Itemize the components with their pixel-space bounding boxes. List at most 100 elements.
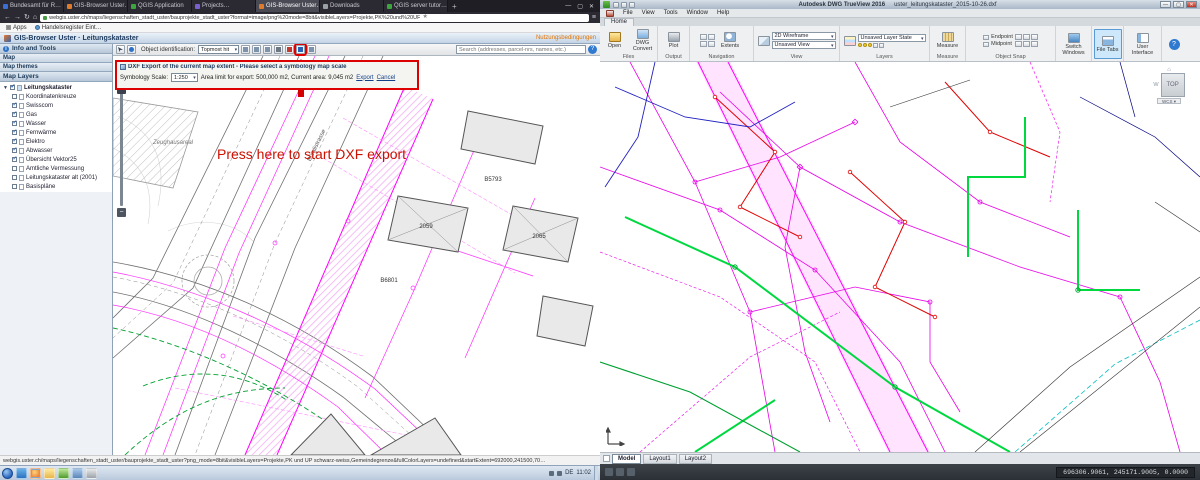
tab-model[interactable]: Model [612, 454, 641, 464]
help-icon[interactable]: ? [1169, 39, 1180, 50]
intersection-snap-icon[interactable] [1015, 41, 1022, 47]
layer-isolate-icon[interactable] [873, 43, 878, 48]
layer-checkbox[interactable] [12, 175, 17, 180]
help-icon[interactable]: ? [588, 45, 597, 54]
map-layers-header[interactable]: Map Layers [0, 72, 112, 82]
object-id-select[interactable]: Topmost hit [198, 45, 239, 54]
dxf-export-button[interactable]: Export map extent as DXF [296, 45, 305, 54]
start-button[interactable] [2, 468, 13, 479]
back-icon[interactable]: ← [4, 14, 11, 21]
taskbar-qgis-icon[interactable] [58, 468, 69, 479]
endpoint-snap-button[interactable]: Endpoint [983, 34, 1013, 40]
visual-style-select[interactable]: 2D Wireframe [772, 32, 836, 40]
pdf-export-button[interactable] [285, 45, 294, 54]
quadrant-snap-icon[interactable] [1031, 34, 1038, 40]
layer-checkbox[interactable] [12, 148, 17, 153]
scale-select[interactable]: 1:250 [171, 73, 198, 82]
keyboard-language[interactable]: DE [565, 470, 573, 476]
layer-item[interactable]: Gas [0, 110, 112, 119]
switch-windows-button[interactable]: Switch Windows [1058, 33, 1090, 56]
menu-file[interactable]: File [623, 10, 633, 16]
menu-window[interactable]: Window [687, 10, 708, 16]
browser-tab[interactable]: QGIS Application [128, 0, 192, 12]
browser-tab[interactable]: QGIS server tutor… [384, 0, 448, 12]
status-tool-icon[interactable] [605, 468, 613, 476]
layer-item[interactable]: Übersicht Vektor25 [0, 155, 112, 164]
pan-icon[interactable] [700, 34, 707, 40]
tray-icon[interactable] [549, 471, 554, 476]
taskbar-app-icon[interactable] [72, 468, 83, 479]
measure-button[interactable]: Measure [935, 32, 961, 49]
steering-wheel-icon[interactable] [708, 41, 715, 47]
menu-help[interactable]: Help [717, 10, 729, 16]
application-menu-icon[interactable] [606, 10, 614, 17]
layer-item[interactable]: Amtliche Vermessung [0, 164, 112, 173]
measure-button[interactable] [263, 45, 272, 54]
tab-layout1[interactable]: Layout1 [643, 454, 676, 464]
file-tabs-button[interactable]: File Tabs [1094, 29, 1122, 59]
orbit-icon[interactable] [700, 41, 707, 47]
layer-checkbox[interactable] [12, 112, 17, 117]
layer-item[interactable]: Fernwärme [0, 128, 112, 137]
layer-off-icon[interactable] [879, 43, 884, 48]
expander-icon[interactable]: ▼ [3, 85, 8, 91]
gis-map-canvas[interactable]: Zeughausareal Bürglistrasse B5793 B6801 … [113, 56, 600, 455]
zoom-slider-track[interactable] [120, 75, 123, 206]
browser-tab-active[interactable]: GIS-Browser Uster…✕ [256, 0, 320, 12]
close-icon[interactable]: ✕ [589, 3, 594, 10]
bookmark-star-icon[interactable]: ★ [422, 14, 427, 21]
browser-tab[interactable]: GIS-Browser Uster… [64, 0, 128, 12]
status-tool-icon[interactable] [627, 468, 635, 476]
layer-item[interactable]: Basispläne [0, 182, 112, 191]
layer-item[interactable]: Swisscom [0, 101, 112, 110]
layer-properties-icon[interactable] [844, 36, 856, 46]
user-interface-button[interactable]: User Interface [1126, 33, 1160, 56]
browser-tab[interactable]: Projects… [192, 0, 256, 12]
terms-link[interactable]: Nutzungsbedingungen [536, 35, 596, 41]
viewcube-top-face[interactable]: TOP [1161, 73, 1185, 97]
layer-item[interactable]: Elektro [0, 137, 112, 146]
zoom-window-button[interactable] [241, 45, 250, 54]
map-themes-header[interactable]: Map themes [0, 63, 112, 72]
view-select[interactable]: Unsaved View [772, 41, 836, 49]
dwg-convert-button[interactable]: DWG Convert [630, 29, 656, 52]
center-snap-icon[interactable] [1015, 34, 1022, 40]
taskbar-ie-icon[interactable] [16, 468, 27, 479]
taskbar-app-icon[interactable] [86, 468, 97, 479]
viewcube-wcs-menu[interactable]: WCS ▾ [1157, 98, 1181, 104]
forward-icon[interactable]: → [14, 14, 21, 21]
node-snap-icon[interactable] [1023, 34, 1030, 40]
menu-view[interactable]: View [642, 10, 655, 16]
identify-cursor-icon[interactable] [116, 45, 125, 54]
layer-checkbox[interactable] [12, 184, 17, 189]
minimize-icon[interactable]: — [1160, 1, 1171, 8]
export-button[interactable]: Export [356, 75, 373, 81]
layer-checkbox[interactable] [12, 94, 17, 99]
map-header[interactable]: Map [0, 54, 112, 63]
plot-button[interactable]: Plot [661, 32, 687, 49]
open-button[interactable]: Open [602, 32, 628, 49]
layer-checkbox[interactable] [12, 103, 17, 108]
layout-list-icon[interactable] [603, 455, 610, 462]
layer-state-select[interactable]: Unsaved Layer State [858, 34, 926, 42]
url-bar[interactable]: webgis.uster.ch/maps/liegenschaften_stad… [40, 14, 589, 22]
browser-tab[interactable]: Downloads [320, 0, 384, 12]
qat-button[interactable] [629, 2, 635, 8]
bookmark-apps[interactable]: Apps [6, 25, 27, 31]
layer-checkbox[interactable] [12, 121, 17, 126]
layer-item[interactable]: Abwasser [0, 146, 112, 155]
tray-icon[interactable] [557, 471, 562, 476]
redlining-button[interactable] [307, 45, 316, 54]
info-button[interactable] [127, 45, 136, 54]
taskbar-explorer-icon[interactable] [44, 468, 55, 479]
maximize-icon[interactable]: ▢ [577, 3, 583, 10]
perpendicular-snap-icon[interactable] [1031, 41, 1038, 47]
browser-tab[interactable]: Bundesamt für R… [0, 0, 64, 12]
menu-tools[interactable]: Tools [664, 10, 678, 16]
zoom-icon[interactable] [708, 34, 715, 40]
layer-on-icon[interactable] [858, 43, 862, 47]
midpoint-snap-button[interactable]: Midpoint [983, 41, 1013, 47]
bookmark-handelsregister[interactable]: Handelsregister Eint… [35, 25, 102, 31]
info-tools-header[interactable]: i Info and Tools [0, 44, 112, 54]
taskbar-firefox-icon[interactable] [30, 468, 41, 479]
